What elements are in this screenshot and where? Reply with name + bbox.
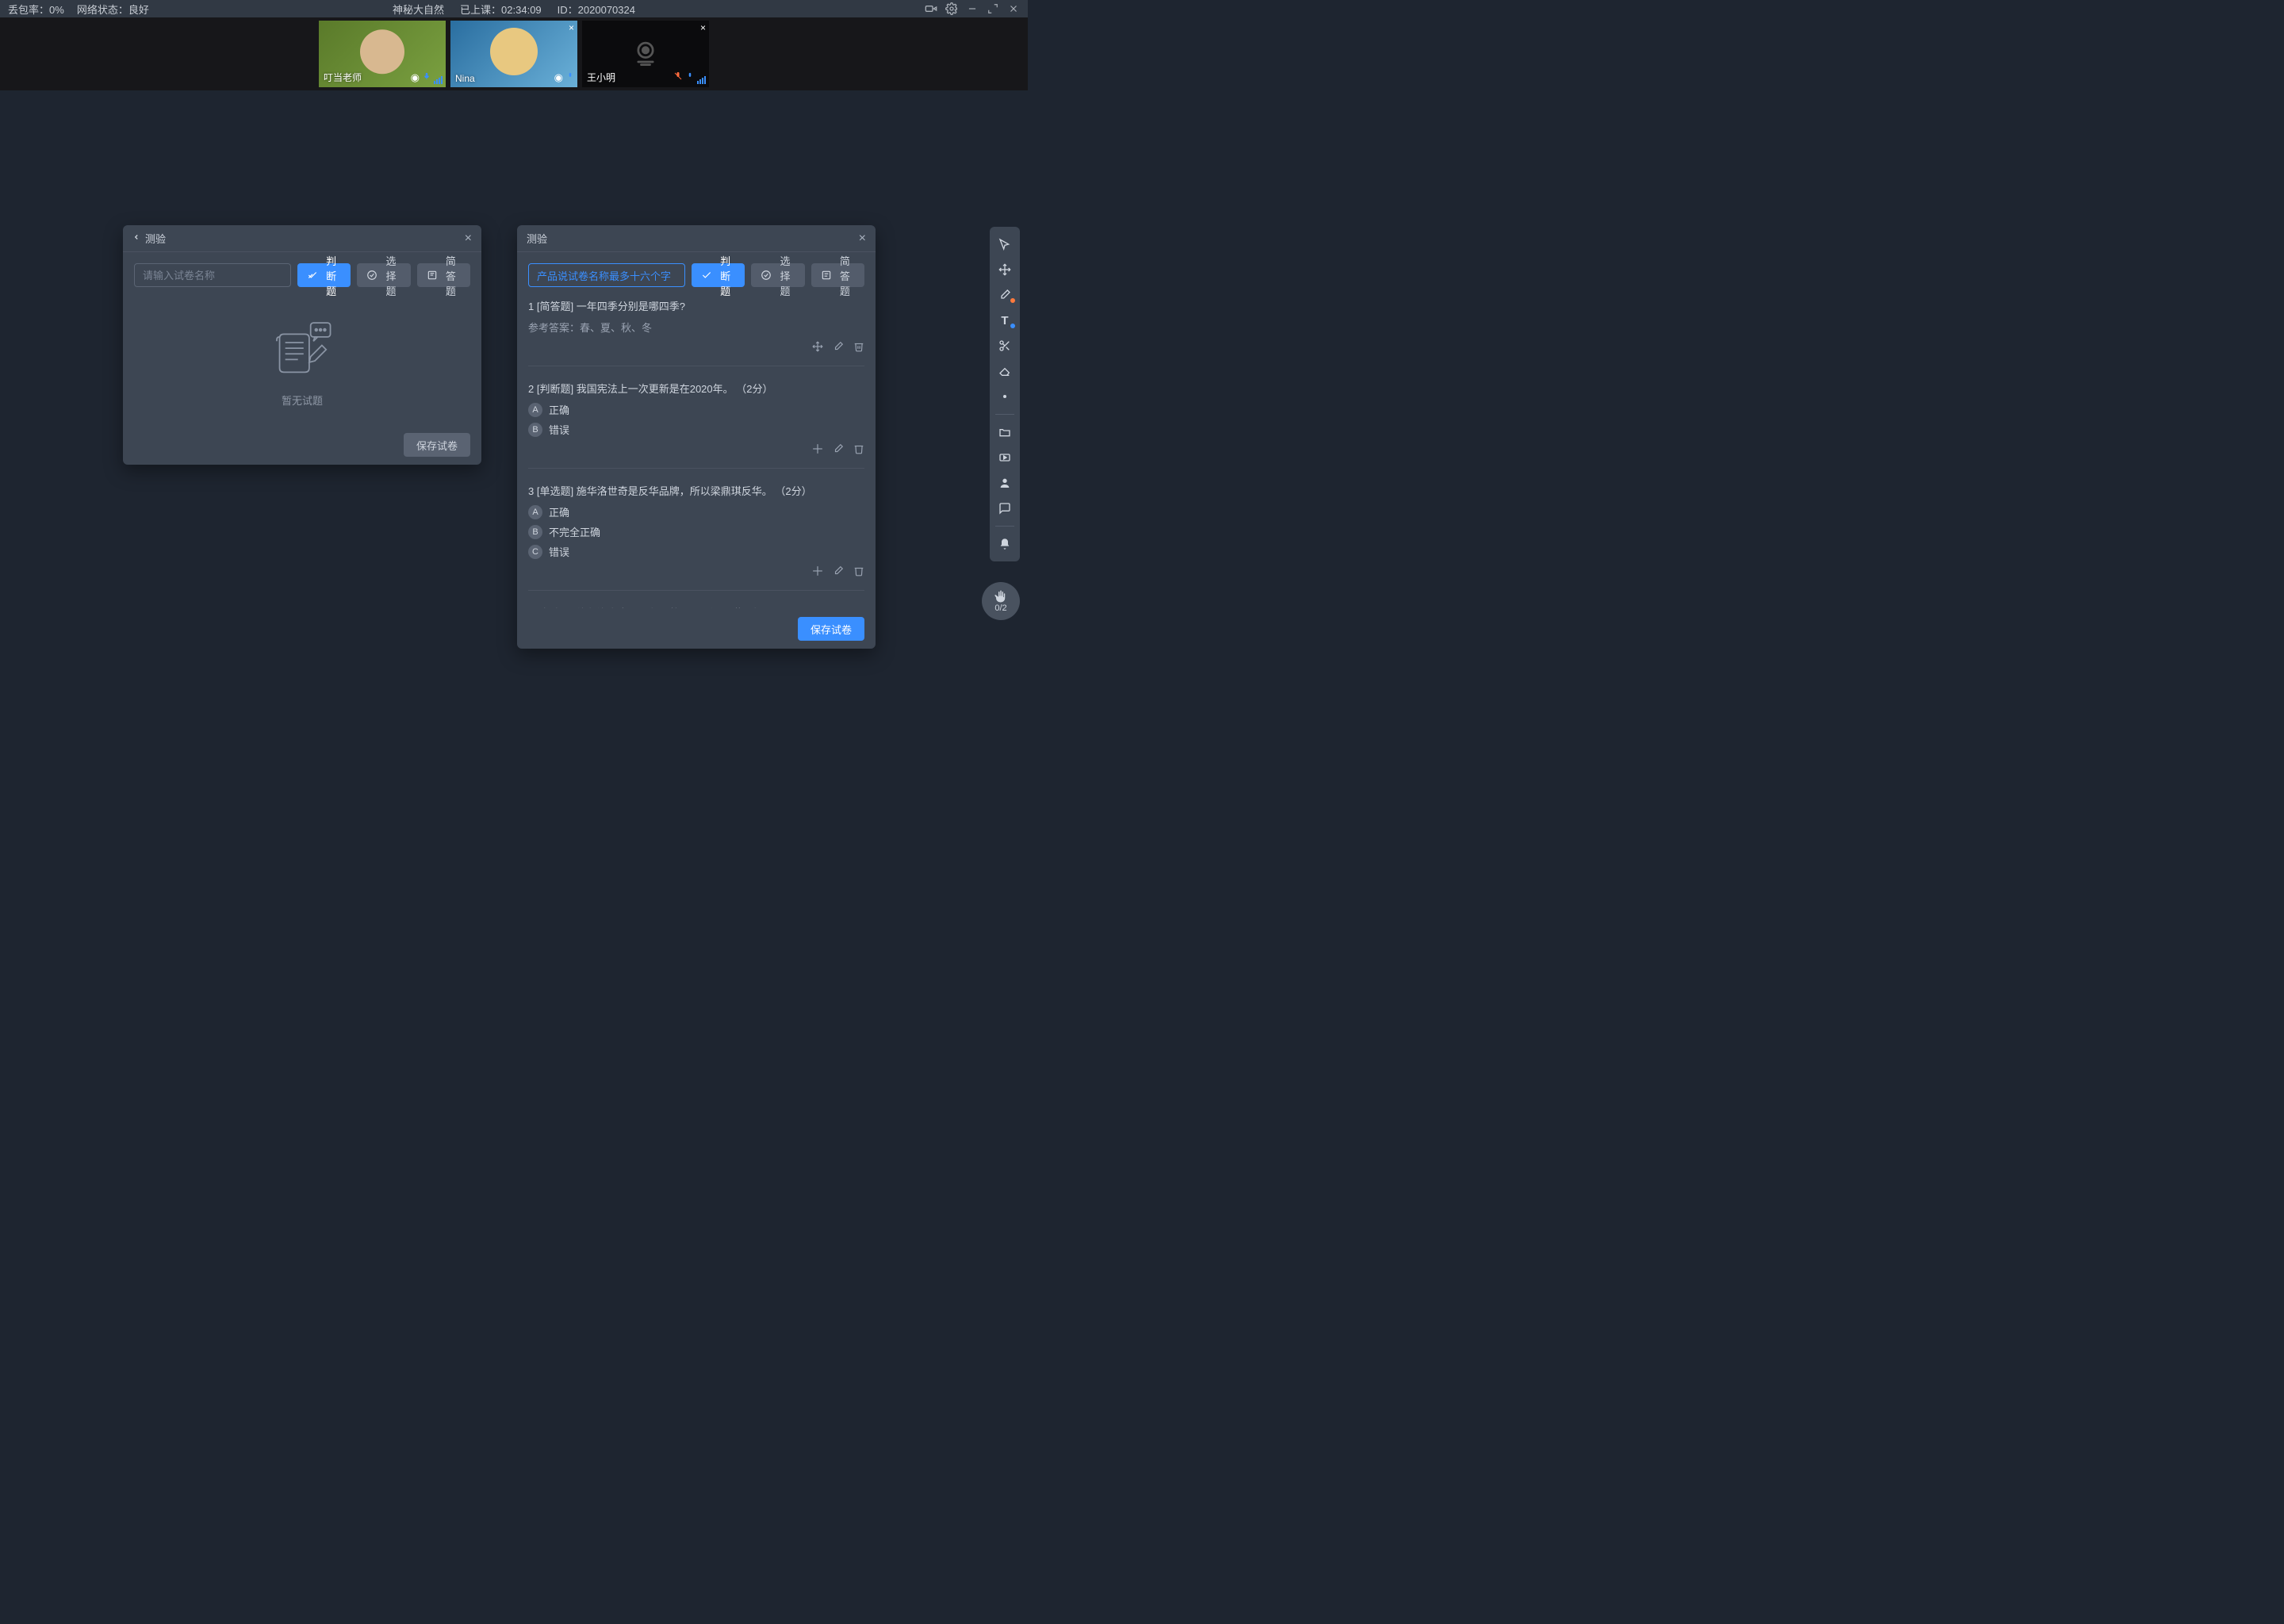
handraise-bubble[interactable]: 0/2	[982, 582, 1020, 620]
session-id: ID：2020070324	[558, 2, 635, 17]
back-icon[interactable]	[132, 232, 140, 244]
option-item[interactable]: A正确	[528, 504, 864, 519]
pen-tool[interactable]	[993, 284, 1017, 306]
class-title: 神秘大自然	[393, 2, 444, 17]
tool-sidebar: T	[990, 227, 1020, 561]
video-name-label: Nina	[455, 73, 475, 84]
question-item: 2 [判断题] 我国宪法上一次更新是在2020年。 （2分） A正确 B错误	[528, 381, 864, 469]
eraser-tool[interactable]	[993, 360, 1017, 382]
close-icon[interactable]	[1007, 2, 1020, 15]
question-list: 1 [简答题] 一年四季分别是哪四季? 参考答案：春、夏、秋、冬 2 [判断题]	[528, 298, 864, 608]
elapsed-time: 已上课：02:34:09	[460, 2, 542, 17]
folder-tool[interactable]	[993, 421, 1017, 443]
option-item[interactable]: B不完全正确	[528, 524, 864, 539]
hand-icon	[994, 589, 1008, 603]
question-item: 1 [简答题] 一年四季分别是哪四季? 参考答案：春、夏、秋、冬	[528, 298, 864, 366]
dialog-title: 测验	[145, 231, 166, 246]
close-icon[interactable]: ×	[859, 232, 866, 246]
add-multiple-choice-button[interactable]: 选择题	[751, 263, 804, 287]
quiz-name-input[interactable]	[528, 263, 685, 287]
delete-icon[interactable]	[853, 443, 864, 457]
video-strip: 叮当老师 ◉ × Nina ◉ × 王小明	[0, 17, 1028, 90]
packet-loss: 丢包率：0%	[8, 2, 64, 17]
video-close-icon[interactable]: ×	[569, 22, 574, 33]
mic-on-icon	[566, 71, 574, 84]
question-item: 3 [单选题] 施华洛世奇是反华品牌，所以梁鼎琪反华。 （2分） A正确 B不完…	[528, 483, 864, 591]
add-true-false-button[interactable]: 判断题	[692, 263, 745, 287]
quiz-name-input[interactable]	[134, 263, 291, 287]
camera-off-icon	[628, 36, 663, 73]
empty-text: 暂无试题	[282, 393, 323, 408]
camera-toggle-icon[interactable]	[925, 2, 937, 15]
option-item[interactable]: A正确	[528, 402, 864, 417]
edit-icon[interactable]	[833, 443, 844, 457]
network-status: 网络状态：良好	[77, 2, 149, 17]
video-name-label: 王小明	[587, 71, 615, 84]
media-tool[interactable]	[993, 446, 1017, 469]
empty-quiz-state: 暂无试题	[134, 298, 470, 416]
bell-tool[interactable]	[993, 533, 1017, 555]
chat-tool[interactable]	[993, 497, 1017, 519]
add-short-answer-button[interactable]: 简答题	[417, 263, 470, 287]
camera-icon: ◉	[411, 71, 420, 84]
camera-icon: ◉	[554, 71, 563, 84]
pointer-tool[interactable]	[993, 233, 1017, 255]
laser-tool[interactable]	[993, 385, 1017, 408]
mic-on-icon	[423, 71, 431, 84]
person-tool[interactable]	[993, 472, 1017, 494]
add-multiple-choice-button[interactable]: 选择题	[357, 263, 410, 287]
move-tool[interactable]	[993, 259, 1017, 281]
signal-bars-icon	[697, 76, 706, 84]
mic-muted-icon	[673, 71, 683, 84]
save-quiz-button[interactable]: 保存试卷	[798, 617, 864, 641]
top-status-bar: 丢包率：0% 网络状态：良好 神秘大自然 已上课：02:34:09 ID：202…	[0, 0, 1028, 17]
handraise-count: 0/2	[994, 603, 1006, 613]
video-name-label: 叮当老师	[324, 71, 362, 84]
delete-icon[interactable]	[853, 565, 864, 579]
maximize-icon[interactable]	[987, 2, 999, 15]
move-icon[interactable]	[812, 565, 823, 579]
video-tile-teacher[interactable]: 叮当老师 ◉	[319, 21, 446, 87]
save-quiz-button[interactable]: 保存试卷	[404, 433, 470, 457]
move-icon[interactable]	[812, 341, 823, 354]
mic-icon	[686, 71, 694, 84]
minimize-icon[interactable]	[966, 2, 979, 15]
quiz-dialog-empty: 测验 × 判断题 选择题 简答题	[123, 225, 481, 465]
option-item[interactable]: C错误	[528, 544, 864, 559]
video-tile-student-camera-off[interactable]: × 王小明	[582, 21, 709, 87]
settings-icon[interactable]	[945, 2, 958, 15]
add-true-false-button[interactable]: 判断题	[297, 263, 351, 287]
dialog-title: 测验	[527, 231, 547, 246]
quiz-dialog-filled: 测验 × 判断题 选择题 简答题 1 [简答题] 一年	[517, 225, 876, 649]
move-icon[interactable]	[812, 443, 823, 457]
video-tile-student[interactable]: × Nina ◉	[450, 21, 577, 87]
add-short-answer-button[interactable]: 简答题	[811, 263, 864, 287]
close-icon[interactable]: ×	[465, 232, 472, 246]
video-close-icon[interactable]: ×	[700, 22, 706, 33]
option-item[interactable]: B错误	[528, 422, 864, 437]
text-tool[interactable]: T	[993, 309, 1017, 331]
scissors-tool[interactable]	[993, 335, 1017, 357]
edit-icon[interactable]	[833, 565, 844, 579]
edit-icon[interactable]	[833, 341, 844, 354]
delete-icon[interactable]	[853, 341, 864, 354]
signal-bars-icon	[434, 76, 443, 84]
